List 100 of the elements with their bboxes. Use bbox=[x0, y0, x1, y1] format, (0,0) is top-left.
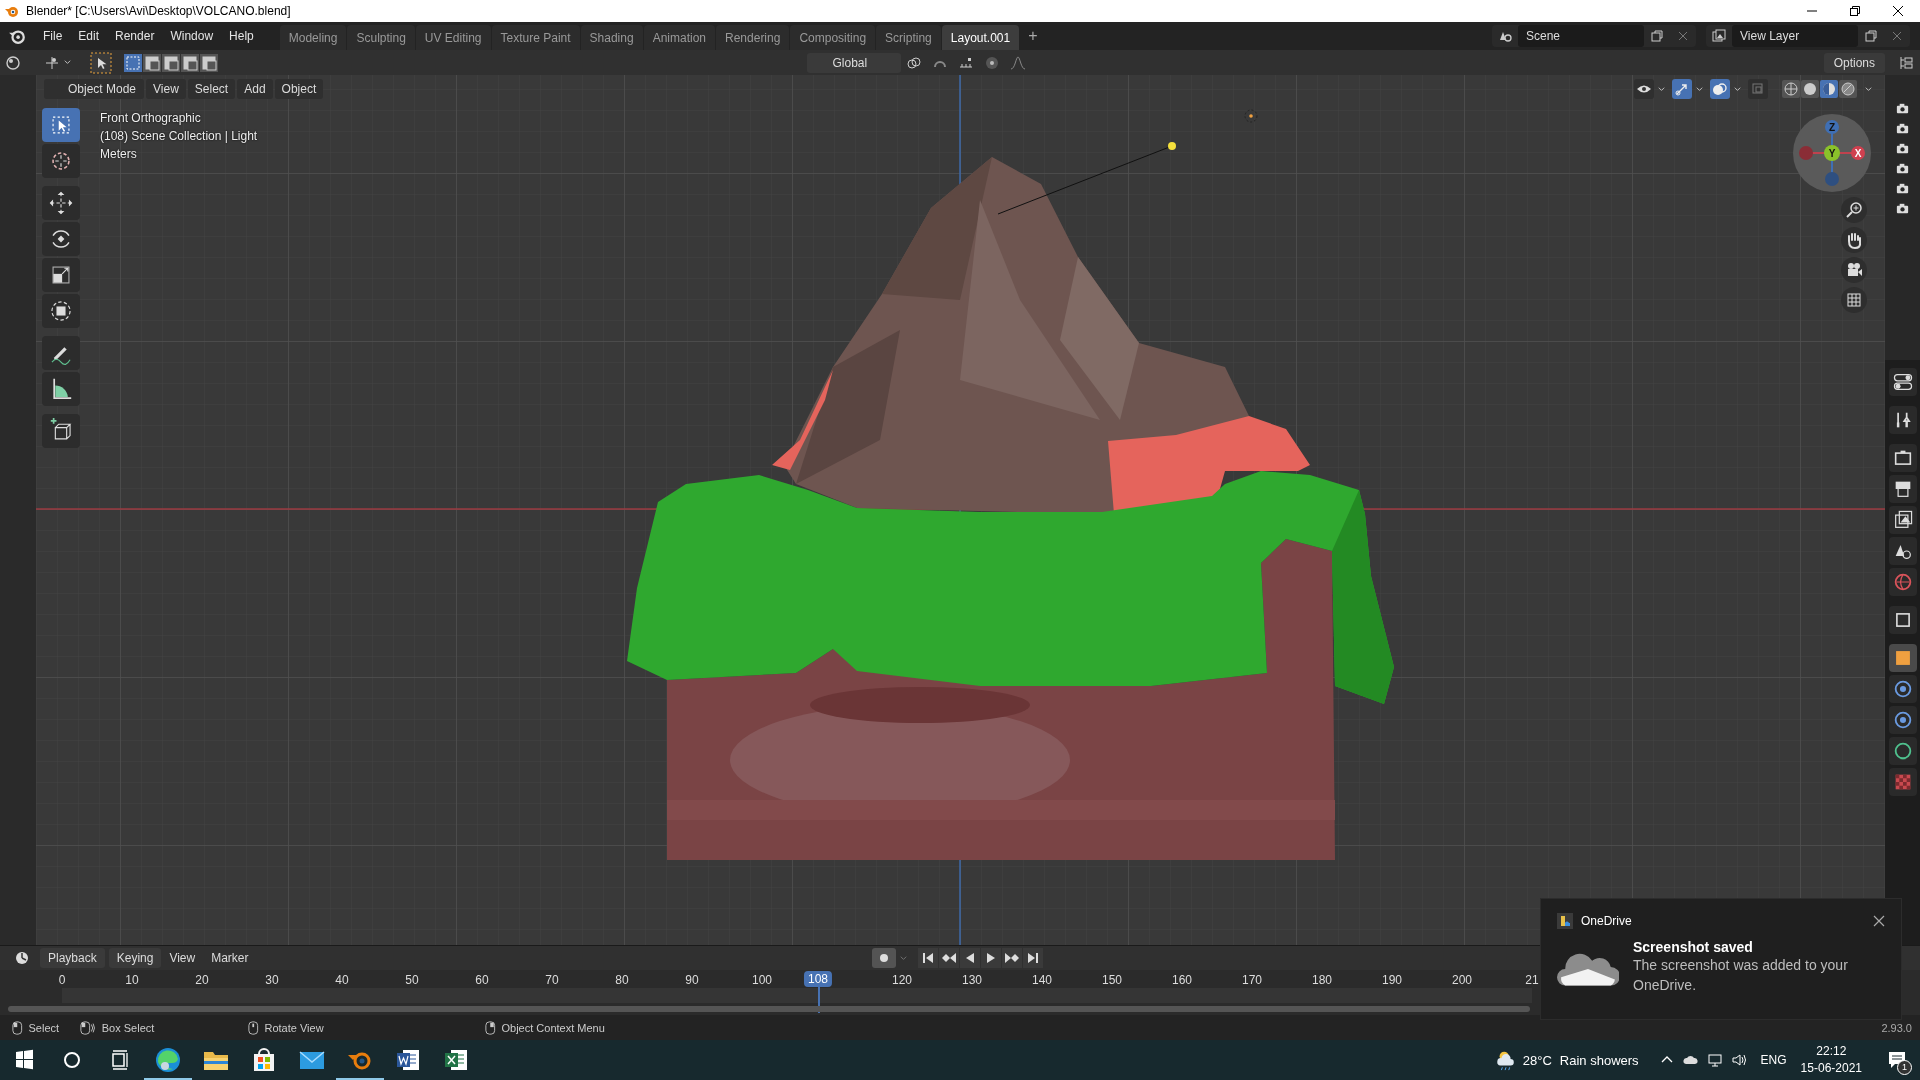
properties-collection-tab[interactable] bbox=[1888, 606, 1917, 634]
next-keyframe-icon[interactable] bbox=[1001, 948, 1022, 968]
viewport-menu[interactable]: Add bbox=[237, 79, 273, 99]
eye-icon[interactable] bbox=[1634, 79, 1654, 99]
properties-texture-tab[interactable] bbox=[1888, 768, 1917, 796]
menu-item[interactable]: Help bbox=[221, 29, 262, 43]
workspace-tab[interactable]: Scripting bbox=[876, 25, 941, 50]
workspace-tab[interactable]: Texture Paint bbox=[491, 25, 580, 50]
options-dropdown[interactable]: Options bbox=[1823, 52, 1885, 73]
viewport-menu[interactable]: Select bbox=[187, 79, 236, 99]
workspace-tab[interactable]: Sculpting bbox=[347, 25, 415, 50]
clock-date[interactable]: 15-06-2021 bbox=[1800, 1060, 1862, 1077]
tool-scale-icon[interactable] bbox=[42, 258, 80, 292]
menu-item[interactable]: File bbox=[35, 29, 71, 43]
image-stack-icon[interactable] bbox=[1711, 28, 1727, 44]
properties-render-tab[interactable] bbox=[1888, 444, 1917, 472]
grid-icon[interactable] bbox=[1841, 287, 1867, 313]
caret-icon[interactable] bbox=[1864, 84, 1873, 94]
zoom-icon[interactable] bbox=[1841, 197, 1867, 223]
properties-physics-tab[interactable] bbox=[1888, 675, 1917, 703]
properties-object-tab[interactable] bbox=[1888, 644, 1917, 672]
tool-select-icon[interactable] bbox=[42, 108, 80, 142]
previous-keyframe-icon[interactable] bbox=[938, 948, 959, 968]
camera-icon[interactable] bbox=[1841, 257, 1867, 283]
editor-type-icon[interactable] bbox=[5, 54, 21, 71]
tool-cursor-icon[interactable] bbox=[42, 144, 80, 178]
camera-icon[interactable] bbox=[1895, 101, 1910, 116]
clock-icon[interactable] bbox=[14, 950, 30, 966]
camera-icon[interactable] bbox=[1895, 141, 1910, 156]
caret-icon[interactable] bbox=[1657, 84, 1666, 94]
shading-mode-icon[interactable] bbox=[1782, 80, 1800, 98]
camera-icon[interactable] bbox=[1895, 121, 1910, 136]
tool-move-icon[interactable] bbox=[42, 186, 80, 220]
navigation-gizmo[interactable]: Z Y X bbox=[1792, 113, 1872, 193]
outliner-icon[interactable] bbox=[1898, 54, 1914, 71]
blender-logo-icon[interactable] bbox=[8, 27, 26, 45]
select-mode-icon[interactable] bbox=[181, 53, 199, 72]
viewport-menu[interactable]: View bbox=[146, 79, 186, 99]
camera-icon[interactable] bbox=[1895, 161, 1910, 176]
rain-cloud-icon[interactable] bbox=[1494, 1049, 1517, 1071]
tool-rotate-icon[interactable] bbox=[42, 222, 80, 256]
timeline-dropdown[interactable]: Keying bbox=[108, 948, 162, 968]
orientation-dropdown[interactable]: Global bbox=[806, 52, 901, 73]
mode-dropdown[interactable]: Object Mode bbox=[44, 79, 145, 99]
timeline-menu[interactable]: View bbox=[161, 951, 204, 965]
network-icon[interactable] bbox=[1706, 1052, 1723, 1068]
jump-end-icon[interactable] bbox=[1022, 948, 1043, 968]
toggle-icon[interactable] bbox=[1888, 368, 1917, 396]
shading-mode-icon[interactable] bbox=[1820, 80, 1838, 98]
workspace-tab[interactable]: Shading bbox=[580, 25, 643, 50]
select-mode-icon[interactable] bbox=[200, 53, 218, 72]
add-workspace-button[interactable]: + bbox=[1020, 27, 1046, 50]
timeline-dropdown[interactable]: Playback bbox=[40, 948, 105, 968]
select-tool-icon[interactable] bbox=[90, 51, 112, 74]
select-mode-icon[interactable] bbox=[143, 53, 161, 72]
properties-light-tab[interactable] bbox=[1888, 737, 1917, 765]
properties-constraints-tab[interactable] bbox=[1888, 706, 1917, 734]
falloff-curve-icon[interactable] bbox=[1009, 54, 1026, 71]
copy-icon[interactable] bbox=[1649, 28, 1665, 44]
current-frame-marker[interactable]: 108 bbox=[804, 971, 832, 987]
menu-item[interactable]: Render bbox=[107, 29, 163, 43]
view-layer-field[interactable]: View Layer bbox=[1732, 25, 1858, 47]
shading-mode-icon[interactable] bbox=[1839, 80, 1857, 98]
pivot-icon[interactable] bbox=[905, 54, 922, 71]
workspace-tab[interactable]: UV Editing bbox=[415, 25, 491, 50]
restore-icon[interactable] bbox=[1849, 5, 1861, 17]
viewport-menu[interactable]: Object bbox=[274, 79, 324, 99]
caret-icon[interactable] bbox=[63, 58, 72, 67]
record-button-icon[interactable] bbox=[871, 948, 896, 968]
close-icon[interactable] bbox=[1873, 915, 1885, 927]
shading-mode-icon[interactable] bbox=[1801, 80, 1819, 98]
tool-measure-icon[interactable] bbox=[42, 372, 80, 406]
timeline-menu[interactable]: Marker bbox=[203, 951, 257, 965]
properties-output-tab[interactable] bbox=[1888, 475, 1917, 503]
menu-item[interactable]: Edit bbox=[70, 29, 108, 43]
scene-field[interactable]: Scene bbox=[1518, 25, 1644, 47]
volume-icon[interactable] bbox=[1730, 1052, 1747, 1068]
jump-start-icon[interactable] bbox=[917, 948, 938, 968]
workspace-tab[interactable]: Layout.001 bbox=[941, 25, 1020, 50]
tool-transform-icon[interactable] bbox=[42, 294, 80, 328]
select-mode-icon[interactable] bbox=[124, 53, 142, 72]
workspace-tab[interactable]: Compositing bbox=[790, 25, 876, 50]
workspace-tab[interactable]: Modeling bbox=[279, 25, 347, 50]
camera-icon[interactable] bbox=[1895, 201, 1910, 216]
caret-icon[interactable] bbox=[1695, 84, 1704, 94]
tool-add-cube-icon[interactable] bbox=[42, 414, 80, 448]
transform-gizmo-icon[interactable] bbox=[44, 54, 60, 71]
properties-view-layer-tab[interactable] bbox=[1888, 506, 1917, 534]
language-indicator[interactable]: ENG bbox=[1760, 1053, 1787, 1067]
workspace-tab[interactable]: Rendering bbox=[716, 25, 790, 50]
properties-world-tab[interactable] bbox=[1888, 568, 1917, 596]
hand-icon[interactable] bbox=[1841, 227, 1867, 253]
close-icon[interactable] bbox=[1892, 5, 1904, 17]
timeline-scrollbar[interactable] bbox=[8, 1006, 1530, 1012]
select-mode-icon[interactable] bbox=[162, 53, 180, 72]
camera-icon[interactable] bbox=[1895, 181, 1910, 196]
tool-annotate-icon[interactable] bbox=[42, 336, 80, 370]
temperature-text[interactable]: 28°C bbox=[1522, 1052, 1552, 1068]
menu-item[interactable]: Window bbox=[162, 29, 222, 43]
caret-icon[interactable] bbox=[1733, 84, 1742, 94]
